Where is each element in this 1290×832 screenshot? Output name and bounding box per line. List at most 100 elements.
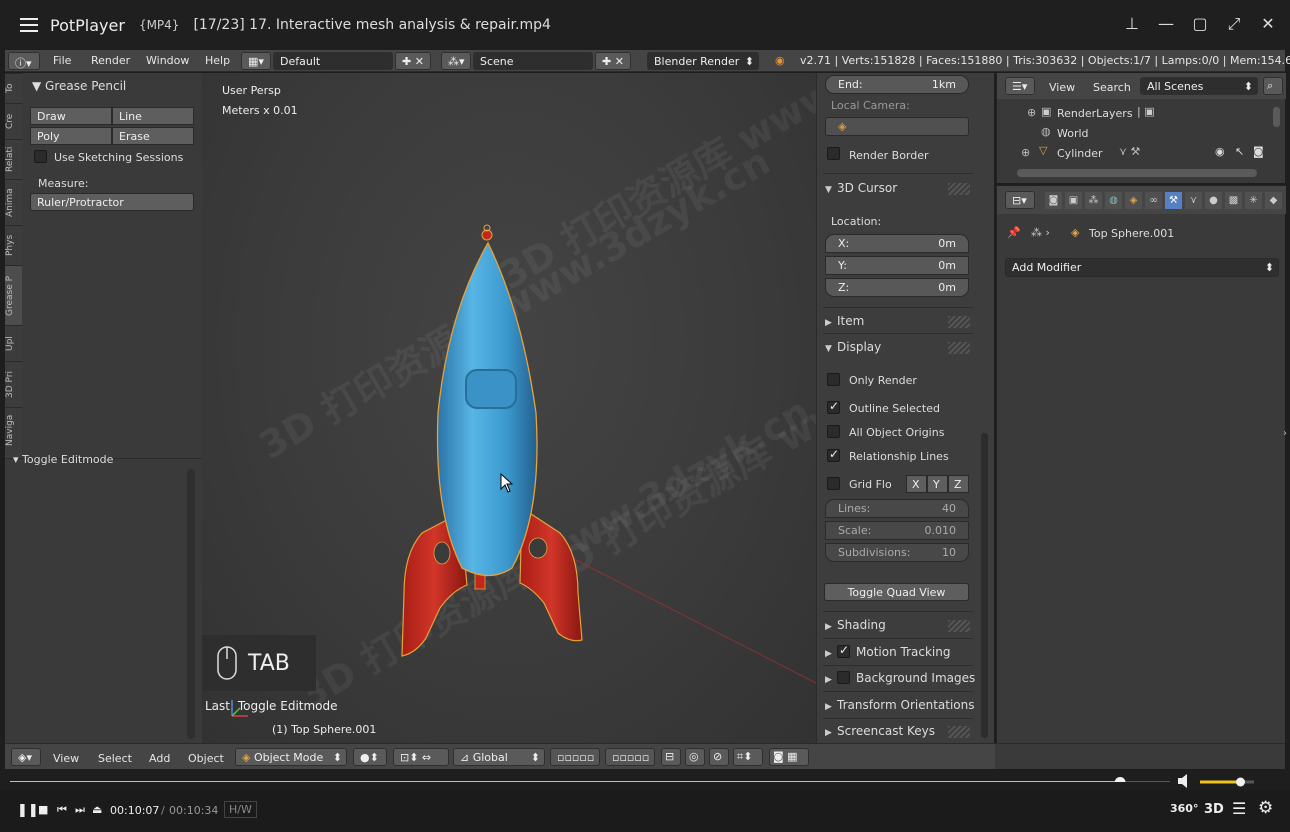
sketching-checkbox[interactable] — [34, 150, 47, 163]
layer-lock-icon[interactable]: ⊟ — [661, 748, 681, 766]
outliner-view-menu[interactable]: View — [1049, 81, 1075, 94]
line-button[interactable]: Line — [112, 107, 194, 125]
particles-tab-icon[interactable]: ✳ — [1245, 192, 1262, 209]
editor-type-button[interactable]: ⓘ▾ — [8, 52, 40, 70]
poly-button[interactable]: Poly — [30, 127, 112, 145]
menu-object[interactable]: Object — [188, 752, 224, 765]
motion-tracking-checkbox[interactable] — [837, 643, 850, 658]
texture-tab-icon[interactable]: ▩ — [1225, 192, 1242, 209]
pivot-select[interactable]: ⊡⬍ ⇔ — [393, 748, 449, 766]
clip-end-field[interactable]: End: 1km — [825, 75, 969, 94]
minimize-icon[interactable]: — — [1156, 14, 1176, 34]
cursor-x-field[interactable]: X: 0m — [825, 234, 969, 253]
background-images-panel-header[interactable]: ▶ Background Images — [825, 671, 990, 685]
scene-add-remove[interactable]: ✚ ✕ — [595, 52, 631, 70]
add-modifier-select[interactable]: Add Modifier ⬍ — [1005, 258, 1279, 277]
pin-icon[interactable]: 📌 — [1007, 226, 1021, 239]
operator-scrollbar[interactable] — [187, 469, 195, 739]
render-preview-icons[interactable]: ◙ ▦ — [769, 748, 809, 766]
fullscreen-icon[interactable]: ⤢ — [1224, 14, 1244, 34]
grid-axis-y-toggle[interactable]: Y — [927, 475, 948, 493]
tab-grease-pencil[interactable]: Grease P — [5, 265, 22, 325]
erase-button[interactable]: Erase — [112, 127, 194, 145]
proportional-edit-icon[interactable]: ◎ — [685, 748, 705, 766]
menu-help[interactable]: Help — [205, 54, 230, 67]
cursor-y-field[interactable]: Y: 0m — [825, 256, 969, 275]
layout-icon[interactable]: ▦▾ — [241, 52, 271, 70]
menu-render[interactable]: Render — [91, 54, 130, 67]
visibility-eye-icon[interactable]: ◉ — [1215, 145, 1225, 158]
npanel-scrollbar[interactable] — [981, 433, 988, 738]
modifiers-tab-icon[interactable]: ⚒ — [1165, 192, 1182, 209]
only-render-checkbox[interactable] — [827, 373, 840, 386]
menu-file[interactable]: File — [53, 54, 71, 67]
previous-icon[interactable]: ⏮ — [57, 803, 67, 817]
rocket-model[interactable] — [382, 223, 602, 663]
grid-axis-x-toggle[interactable]: X — [906, 475, 927, 493]
grid-lines-field[interactable]: Lines: 40 — [825, 499, 969, 518]
outliner-filter-select[interactable]: All Scenes ⬍ — [1140, 77, 1258, 95]
render-layers-tab-icon[interactable]: ▣ — [1065, 192, 1082, 209]
tab-relations[interactable]: Relati — [5, 139, 22, 179]
360-mode-button[interactable]: 360° — [1170, 802, 1198, 815]
menu-select[interactable]: Select — [98, 752, 132, 765]
grid-scale-field[interactable]: Scale: 0.010 — [825, 521, 969, 540]
transform-orientations-panel-header[interactable]: ▶ Transform Orientations — [825, 698, 990, 712]
constraints-tab-icon[interactable]: ∞ — [1145, 192, 1162, 209]
tab-animation[interactable]: Anima — [5, 179, 22, 225]
tab-physics[interactable]: Phys — [5, 225, 22, 265]
tab-create[interactable]: Cre — [5, 103, 22, 139]
render-border-checkbox[interactable] — [827, 147, 840, 160]
object-tab-icon[interactable]: ◈ — [1125, 192, 1142, 209]
relationship-lines-checkbox[interactable] — [827, 447, 840, 462]
draw-button[interactable]: Draw — [30, 107, 112, 125]
volume-handle[interactable] — [1236, 777, 1245, 787]
physics-tab-icon[interactable]: ◆ — [1265, 192, 1282, 209]
background-images-checkbox[interactable] — [837, 671, 850, 684]
next-icon[interactable]: ⏭ — [75, 803, 85, 817]
select-arrow-icon[interactable]: ↖ — [1235, 145, 1244, 158]
outliner-item-world[interactable]: World — [1057, 127, 1089, 140]
motion-tracking-panel-header[interactable]: ▶Motion Tracking — [825, 643, 975, 659]
outliner-search-icon[interactable]: ⌕ — [1263, 77, 1283, 95]
3d-mode-button[interactable]: 3D — [1204, 802, 1224, 817]
viewport-shading-select[interactable]: ●⬍ — [353, 748, 387, 766]
grease-pencil-panel-header[interactable]: ▼ Grease Pencil — [32, 79, 126, 93]
pin-icon[interactable]: ⊥ — [1122, 14, 1142, 34]
layout-add-remove[interactable]: ✚ ✕ — [395, 52, 431, 70]
render-tab-icon[interactable]: ◙ — [1045, 192, 1062, 209]
menu-window[interactable]: Window — [146, 54, 189, 67]
toggle-quad-view-button[interactable]: Toggle Quad View — [824, 583, 969, 601]
render-engine-select[interactable]: Blender Render ⬍ — [647, 52, 759, 70]
render-camera-icon[interactable]: ◙ — [1253, 145, 1264, 158]
local-camera-field[interactable]: ◈ — [825, 117, 969, 136]
all-origins-checkbox[interactable] — [827, 425, 840, 438]
outliner-editor-type[interactable]: ☰▾ — [1005, 77, 1035, 95]
3d-viewport[interactable]: 3D 打印资源库 www.3dzyk.cn 3D 打印资源库 www.3dzyk… — [202, 73, 816, 743]
cursor-z-field[interactable]: Z: 0m — [825, 278, 969, 297]
right-edge-arrow-icon[interactable]: › — [1283, 426, 1287, 456]
volume-icon[interactable] — [1178, 774, 1187, 788]
menu-add[interactable]: Add — [149, 752, 170, 765]
tab-navigation[interactable]: Naviga — [5, 407, 22, 453]
viewport-editor-type[interactable]: ◈▾ — [11, 748, 41, 766]
outliner-item-renderlayers[interactable]: RenderLayers — [1057, 107, 1133, 120]
outliner-v-scrollbar[interactable] — [1273, 107, 1280, 127]
layers-grid-2[interactable]: ▫▫▫▫▫ — [605, 748, 655, 766]
ruler-protractor-button[interactable]: Ruler/Protractor — [30, 193, 194, 211]
menu-view[interactable]: View — [53, 752, 79, 765]
grid-subdiv-field[interactable]: Subdivisions: 10 — [825, 543, 969, 562]
tab-3d-print[interactable]: 3D Pri — [5, 361, 22, 407]
expand-icon[interactable]: ⊕ — [1021, 146, 1030, 159]
playlist-icon[interactable]: ☰ — [1232, 799, 1246, 818]
layers-grid-1[interactable]: ▫▫▫▫▫ — [550, 748, 600, 766]
scene-tab-icon[interactable]: ⁂ — [1085, 192, 1102, 209]
outliner-search-menu[interactable]: Search — [1093, 81, 1131, 94]
scene-field[interactable]: Scene — [473, 52, 593, 70]
volume-control[interactable] — [1170, 772, 1290, 792]
layout-field[interactable]: Default — [273, 52, 393, 70]
outliner-item-cylinder[interactable]: Cylinder — [1057, 147, 1103, 160]
eject-icon[interactable]: ⏏ — [92, 803, 102, 816]
mode-select[interactable]: ◈ Object Mode ⬍ — [235, 748, 347, 766]
maximize-icon[interactable]: ▢ — [1190, 14, 1210, 34]
